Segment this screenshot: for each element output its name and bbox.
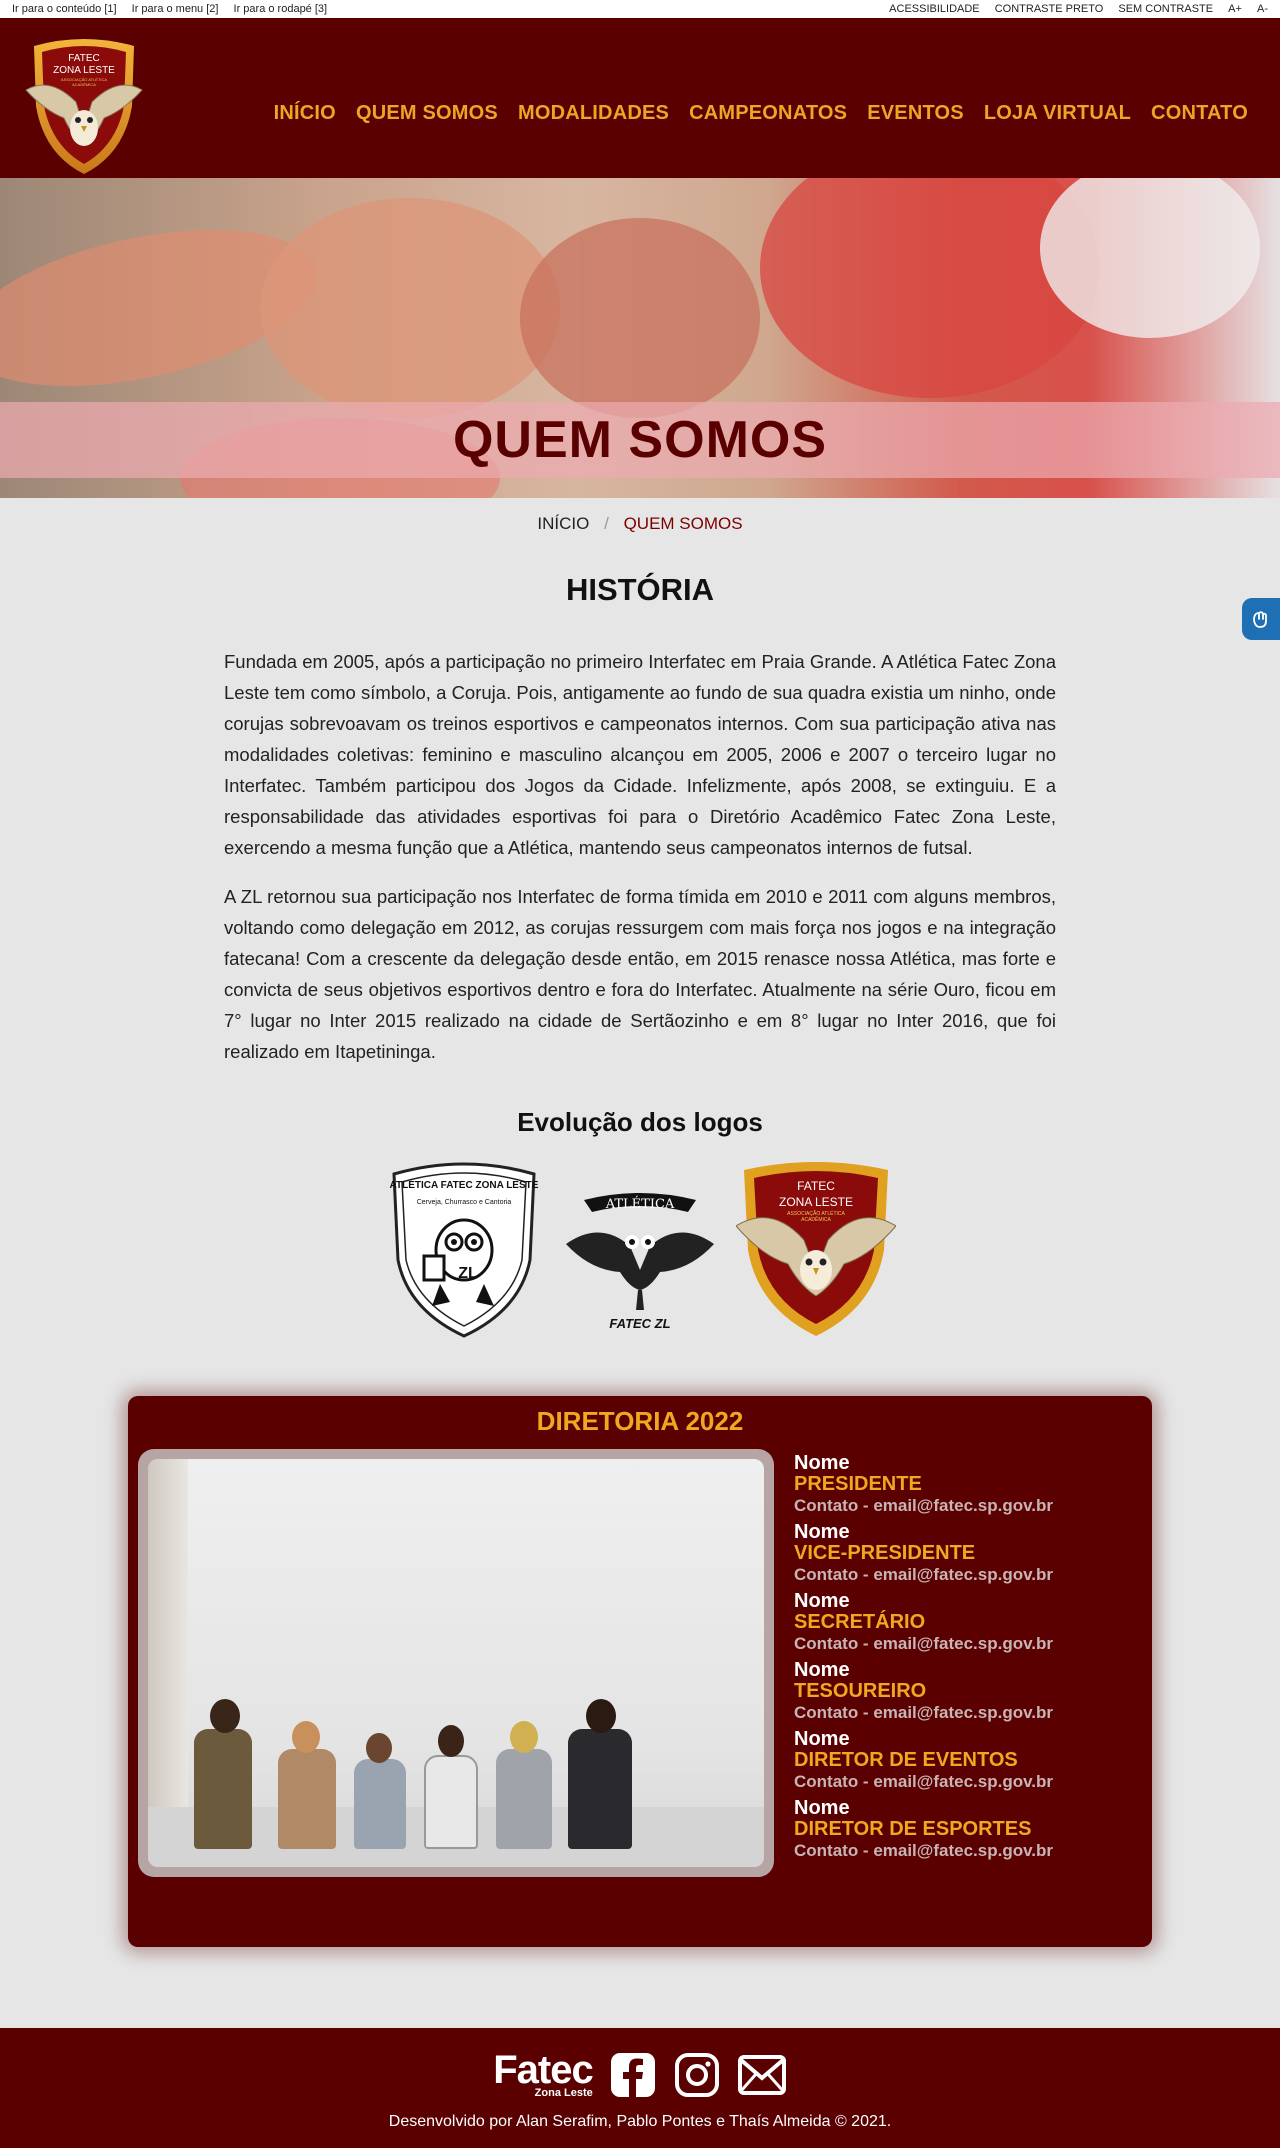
nav-item-quem-somos[interactable]: QUEM SOMOS [356,102,498,125]
member-role: SECRETÁRIO [794,1611,926,1633]
member-card: Nome TESOUREIRO Contato - email@fatec.sp… [794,1660,1053,1723]
history-text: Fundada em 2005, após a participação no … [224,646,1056,1067]
nav-item-contato[interactable]: CONTATO [1151,102,1248,125]
site-footer: Fatec Zona Leste Desenvolvido por Alan S… [0,2028,1280,2148]
board-photo-frame [138,1449,774,1877]
footer-credit: Desenvolvido por Alan Serafim, Pablo Pon… [388,2113,892,2130]
member-contact[interactable]: Contato - email@fatec.sp.gov.br [794,1702,1053,1723]
accessibility-link[interactable]: ACESSIBILIDADE [889,3,979,15]
member-card: Nome VICE-PRESIDENTE Contato - email@fat… [794,1522,1053,1585]
current-logo-line3: ASSOCIAÇÃO ATLÉTICA [787,1210,845,1217]
current-logo-line4: ACADÊMICA [801,1215,831,1223]
history-title: HISTÓRIA [565,572,715,607]
email-icon[interactable] [737,2051,787,2099]
member-contact[interactable]: Contato - email@fatec.sp.gov.br [794,1633,1053,1654]
history-paragraph: A ZL retornou sua participação nos Inter… [224,886,1056,1062]
logo-evolution-current: FATEC ZONA LESTE ASSOCIAÇÃO ATLÉTICA ACA… [736,1162,896,1336]
hero-title-band: QUEM SOMOS [0,402,1280,478]
member-name: Nome [794,1728,850,1750]
member-card: Nome PRESIDENTE Contato - email@fatec.sp… [794,1453,1053,1516]
accessibility-options: ACESSIBILIDADE CONTRASTE PRETO SEM CONTR… [877,3,1268,15]
member-contact[interactable]: Contato - email@fatec.sp.gov.br [794,1564,1053,1585]
member-role: DIRETOR DE EVENTOS [794,1749,1018,1771]
member-card: Nome DIRETOR DE ESPORTES Contato - email… [794,1798,1053,1861]
breadcrumb-home-link[interactable]: INÍCIO [537,514,589,533]
member-name: Nome [794,1521,850,1543]
logo-evolution-first: ATLÉTICA FATEC ZONA LESTE Cerveja, Churr… [390,1162,539,1338]
member-role: PRESIDENTE [794,1473,922,1495]
member-role: TESOUREIRO [794,1680,927,1702]
site-header: FATEC ZONA LESTE ASSOCIAÇÃO ATLÉTICA ACA… [0,18,1280,178]
nav-item-modalidades[interactable]: MODALIDADES [518,102,669,125]
footer-icons: Fatec Zona Leste [0,2050,1280,2099]
member-name: Nome [794,1452,850,1474]
logo-evolution-second: ATLÉTICA FATEC ZL [566,1193,714,1331]
breadcrumb-current: QUEM SOMOS [623,514,743,533]
breadcrumb: INÍCIO / QUEM SOMOS [0,514,1280,534]
site-logo[interactable]: FATEC ZONA LESTE ASSOCIAÇÃO ATLÉTICA ACA… [20,36,148,176]
no-contrast-link[interactable]: SEM CONTRASTE [1118,3,1213,15]
old-logo-text: ATLÉTICA FATEC ZONA LESTE [390,1178,539,1191]
mid-logo-banner: ATLÉTICA [605,1196,675,1212]
facebook-icon[interactable] [609,2051,657,2099]
member-name: Nome [794,1659,850,1681]
logo-line2: ZONA LESTE [53,65,115,76]
member-role: VICE-PRESIDENTE [794,1542,976,1564]
current-logo-line2: ZONA LESTE [779,1195,853,1209]
hero-photo-hand-center [520,218,760,418]
member-contact[interactable]: Contato - email@fatec.sp.gov.br [794,1840,1053,1861]
history-paragraph: Fundada em 2005, após a participação no … [224,651,1056,858]
mid-logo-caption: FATEC ZL [609,1316,670,1331]
old-logo-sub: Cerveja, Churrasco e Cantoria [417,1199,512,1206]
nav-item-loja-virtual[interactable]: LOJA VIRTUAL [984,102,1131,125]
member-name: Nome [794,1590,850,1612]
board-body: Nome PRESIDENTE Contato - email@fatec.sp… [138,1449,1142,1877]
logos-title: Evolução dos logos [517,1107,763,1137]
logos-gallery: ATLÉTICA FATEC ZONA LESTE Cerveja, Churr… [0,1160,1280,1340]
member-role: DIRETOR DE ESPORTES [794,1818,1032,1840]
logo-line4: ACADÊMICA [72,82,96,87]
accessibility-bar: Ir para o conteúdo [1] Ir para o menu [2… [0,0,1280,18]
skip-to-content-link[interactable]: Ir para o conteúdo [1] [12,3,117,15]
member-contact[interactable]: Contato - email@fatec.sp.gov.br [794,1771,1053,1792]
member-name: Nome [794,1797,850,1819]
skip-to-menu-link[interactable]: Ir para o menu [2] [132,3,219,15]
member-card: Nome SECRETÁRIO Contato - email@fatec.sp… [794,1591,1053,1654]
board-title: DIRETORIA 2022 [536,1406,744,1436]
board-group-photo [148,1459,764,1867]
font-increase-link[interactable]: A+ [1228,3,1242,15]
current-logo-line1: FATEC [797,1179,835,1193]
hero-photo-fist [260,198,560,418]
old-logo-mark: ZL [458,1265,478,1282]
fatec-brand-name: Fatec [493,2048,593,2092]
board-section: DIRETORIA 2022 Nome PRESIDENTE Contato -… [128,1396,1152,1947]
page-title: QUEM SOMOS [452,411,828,469]
high-contrast-link[interactable]: CONTRASTE PRETO [995,3,1104,15]
hands-icon [1253,611,1267,628]
main-nav: INÍCIO QUEM SOMOS MODALIDADES CAMPEONATO… [254,102,1248,125]
skip-to-footer-link[interactable]: Ir para o rodapé [3] [234,3,328,15]
member-card: Nome DIRETOR DE EVENTOS Contato - email@… [794,1729,1053,1792]
skip-links: Ir para o conteúdo [1] Ir para o menu [2… [12,3,339,15]
fatec-brand-logo[interactable]: Fatec Zona Leste [493,2050,593,2099]
sign-language-widget-button[interactable] [1242,598,1280,640]
logo-line1: FATEC [68,53,99,64]
nav-item-campeonatos[interactable]: CAMPEONATOS [689,102,847,125]
breadcrumb-separator: / [604,514,609,533]
hero-banner: QUEM SOMOS [0,178,1280,498]
font-decrease-link[interactable]: A- [1257,3,1268,15]
nav-item-eventos[interactable]: EVENTOS [867,102,964,125]
instagram-icon[interactable] [673,2051,721,2099]
board-members: Nome PRESIDENTE Contato - email@fatec.sp… [794,1453,1053,1877]
member-contact[interactable]: Contato - email@fatec.sp.gov.br [794,1495,1053,1516]
nav-item-inicio[interactable]: INÍCIO [274,102,336,125]
